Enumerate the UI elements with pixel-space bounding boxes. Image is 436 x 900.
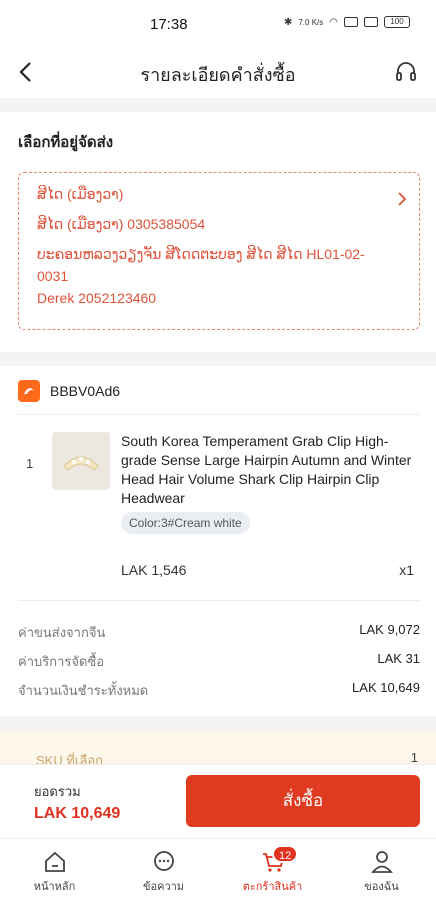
total-label: ยอดรวม: [34, 784, 81, 799]
bottom-nav: หน้าหลัก ข้อความ ตะกร้าสินค้า ของฉัน: [0, 838, 436, 900]
address-heading: เลือกที่อยู่จัดส่ง: [18, 134, 114, 151]
address-line: ບະຄອນຫລວງວຽງຈັນ ສີໂດດຕະບອງ ສີໄດ ສີໄດ HL0…: [37, 246, 365, 262]
fee-value: LAK 31: [377, 651, 420, 666]
status-icons: ✱ 7.0 K/s ◠ 100: [284, 16, 410, 28]
store-name: BBBV0Ad6: [50, 383, 121, 399]
address-line: Derek 2052123460: [37, 290, 157, 306]
nav-label: ของฉัน: [364, 881, 399, 893]
fee-label: ค่าบริการจัดซื้อ: [18, 654, 105, 669]
wifi-icon: ◠: [329, 16, 338, 28]
signal-icon-2: [364, 17, 378, 27]
address-line: ສີໄດ (ເມືອງວາ): [37, 186, 124, 202]
store-header[interactable]: BBBV0Ad6: [18, 380, 120, 402]
battery-icon: 100: [384, 16, 410, 28]
fee-row-shipping: ค่าขนส่งจากจีน LAK 9,072: [18, 622, 420, 643]
fee-label: จำนวนเงินชำระทั้งหมด: [18, 683, 149, 698]
item-index: 1: [26, 456, 34, 471]
cart-badge: 12: [272, 845, 299, 863]
address-section: เลือกที่อยู่จัดส่ง ສີໄດ (ເມືອງວາ) ສີໄດ (…: [0, 112, 436, 352]
nav-label: ข้อความ: [142, 881, 185, 893]
page-title: รายละเอียดคำสั่งซื้อ: [140, 65, 296, 85]
fee-value: LAK 10,649: [352, 680, 420, 695]
profile-icon: [370, 851, 393, 873]
bluetooth-icon: ✱: [283, 16, 293, 28]
place-order-button[interactable]: สั่งซื้อ: [186, 775, 420, 827]
fee-value: LAK 9,072: [359, 622, 420, 637]
order-bar: ยอดรวม LAK 10,649 สั่งซื้อ: [0, 764, 436, 838]
address-line: 0031: [37, 268, 69, 284]
status-bar: 17:38 ✱ 7.0 K/s ◠ 100: [0, 0, 436, 46]
home-icon: [44, 851, 65, 872]
support-button[interactable]: [392, 58, 420, 86]
sku-value: 1: [410, 750, 418, 765]
nav-item-messages[interactable]: ข้อความ: [109, 839, 218, 900]
product-title[interactable]: South Korea Temperament Grab Clip High-g…: [121, 432, 421, 508]
fee-row-service: ค่าบริการจัดซื้อ LAK 31: [18, 651, 420, 672]
nav-item-profile[interactable]: ของฉัน: [327, 839, 436, 900]
nav-label: ตะกร้าสินค้า: [242, 881, 303, 893]
divider: [18, 414, 420, 415]
product-quantity: x1: [399, 562, 414, 578]
total-value: LAK 10,649: [34, 805, 121, 822]
header: รายละเอียดคำสั่งซื้อ: [0, 46, 436, 98]
store-logo-icon: [18, 380, 40, 402]
fee-row-total: จำนวนเงินชำระทั้งหมด LAK 10,649: [18, 680, 420, 701]
nav-label: หน้าหลัก: [33, 881, 76, 893]
variant-badge: Color:3#Cream white: [121, 512, 250, 534]
product-image[interactable]: [52, 432, 110, 490]
fee-label: ค่าขนส่งจากจีน: [18, 625, 106, 640]
network-rate: 7.0 K/s: [298, 17, 324, 27]
chat-icon: [153, 851, 174, 871]
headset-icon: [396, 62, 416, 81]
signal-icon: [344, 17, 358, 27]
address-card[interactable]: ສີໄດ (ເມືອງວາ) ສີໄດ (ເມືອງວາ) 0305385054…: [18, 172, 420, 330]
divider: [18, 600, 420, 601]
address-line: ສີໄດ (ເມືອງວາ) 0305385054: [37, 216, 206, 232]
nav-item-home[interactable]: หน้าหลัก: [0, 839, 109, 900]
chevron-right-icon: [398, 192, 407, 206]
product-price: LAK 1,546: [121, 562, 187, 578]
store-section: BBBV0Ad6 1 South Korea Temperament Grab …: [0, 366, 436, 716]
status-time: 17:38: [150, 16, 188, 33]
